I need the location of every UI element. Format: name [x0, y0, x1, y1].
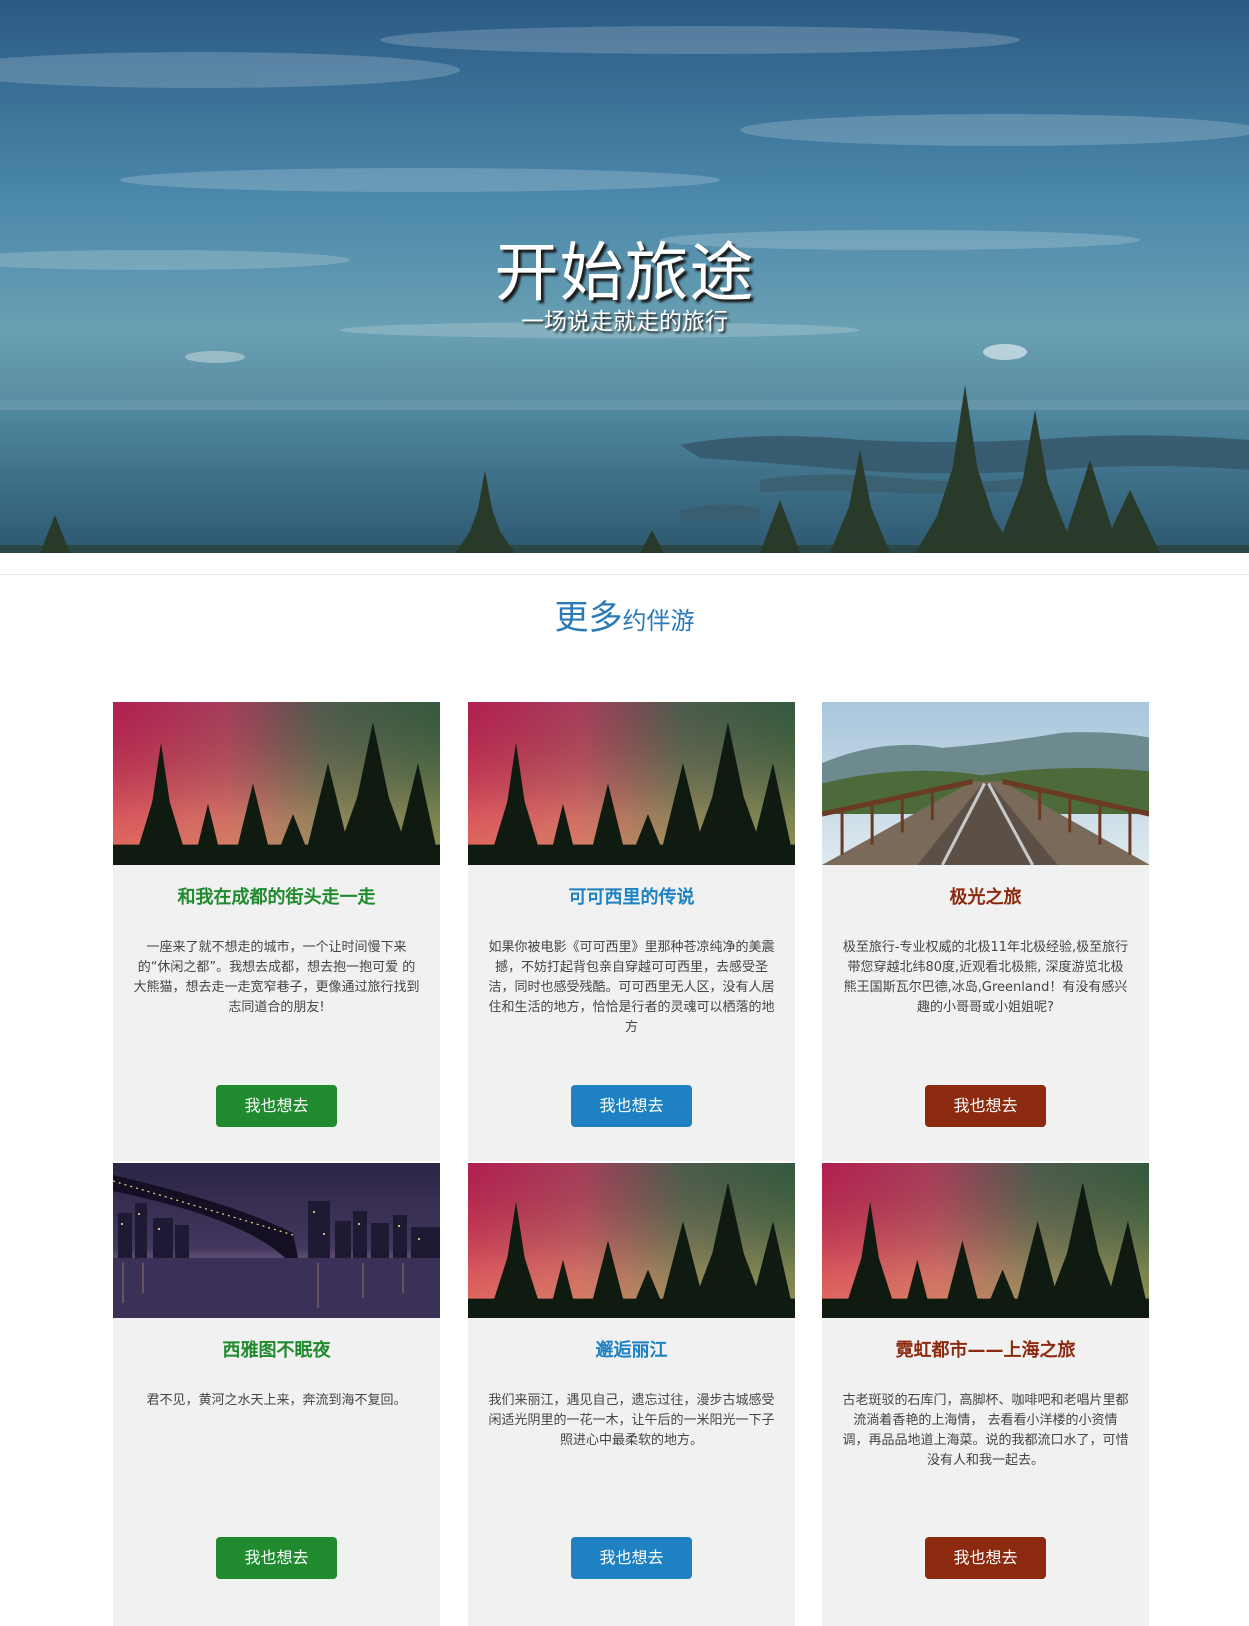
section-title: 更多约伴游: [0, 590, 1249, 639]
tour-card-chengdu: 和我在成都的街头走一走 一座来了就不想走的城市，一个让时间慢下来的“休闲之都”。…: [113, 702, 440, 1161]
card-image-railway: [822, 702, 1149, 865]
join-button[interactable]: 我也想去: [571, 1085, 692, 1127]
card-title: 和我在成都的街头走一走: [177, 887, 376, 908]
join-button[interactable]: 我也想去: [216, 1085, 337, 1127]
card-description: 一座来了就不想走的城市，一个让时间慢下来的“休闲之都”。我想去成都，想去抱一抱可…: [133, 940, 420, 1015]
card-image-city-night: [113, 1163, 440, 1318]
card-title: 可可西里的传说: [568, 887, 695, 908]
tour-card-aurora: 极光之旅 极至旅行-专业权威的北极11年北极经验,极至旅行带您穿越北纬80度,近…: [822, 702, 1149, 1161]
card-description: 古老斑驳的石库门，高脚杯、咖啡吧和老唱片里都流淌着香艳的上海情， 去看看小洋楼的…: [842, 1393, 1129, 1468]
card-title: 西雅图不眠夜: [222, 1340, 331, 1361]
join-button[interactable]: 我也想去: [216, 1537, 337, 1579]
tour-card-kekexili: 可可西里的传说 如果你被电影《可可西里》里那种苍凉纯净的美震撼，不妨打起背包亲自…: [468, 702, 795, 1161]
card-description: 如果你被电影《可可西里》里那种苍凉纯净的美震撼，不妨打起背包亲自穿越可可西里，去…: [488, 940, 775, 1035]
card-title: 邂逅丽江: [595, 1340, 668, 1361]
section-title-sub: 约伴游: [622, 607, 695, 635]
card-description: 我们来丽江，遇见自己，遗忘过往，漫步古城感受闲适光阴里的一花一木，让午后的一米阳…: [488, 1393, 775, 1448]
section-divider: [0, 574, 1249, 575]
join-button[interactable]: 我也想去: [925, 1085, 1046, 1127]
tour-card-seattle: 西雅图不眠夜 君不见，黄河之水天上来，奔流到海不复回。 我也想去: [113, 1163, 440, 1626]
card-image-aurora: [468, 1163, 795, 1318]
card-title: 极光之旅: [949, 887, 1022, 908]
hero-title: 开始旅途: [494, 237, 755, 311]
card-image-aurora: [468, 702, 795, 865]
hero-subtitle: 一场说走就走的旅行: [521, 309, 728, 335]
card-description: 极至旅行-专业权威的北极11年北极经验,极至旅行带您穿越北纬80度,近观看北极熊…: [842, 940, 1129, 1015]
tour-card-lijiang: 邂逅丽江 我们来丽江，遇见自己，遗忘过往，漫步古城感受闲适光阴里的一花一木，让午…: [468, 1163, 795, 1626]
join-button[interactable]: 我也想去: [925, 1537, 1046, 1579]
join-button[interactable]: 我也想去: [571, 1537, 692, 1579]
card-image-aurora: [822, 1163, 1149, 1318]
section-title-main: 更多: [554, 598, 623, 638]
card-image-aurora: [113, 702, 440, 865]
hero-banner: 开始旅途 一场说走就走的旅行: [0, 0, 1249, 553]
card-description: 君不见，黄河之水天上来，奔流到海不复回。: [146, 1393, 407, 1408]
tour-card-shanghai: 霓虹都市——上海之旅 古老斑驳的石库门，高脚杯、咖啡吧和老唱片里都流淌着香艳的上…: [822, 1163, 1149, 1626]
card-title: 霓虹都市——上海之旅: [895, 1340, 1076, 1361]
